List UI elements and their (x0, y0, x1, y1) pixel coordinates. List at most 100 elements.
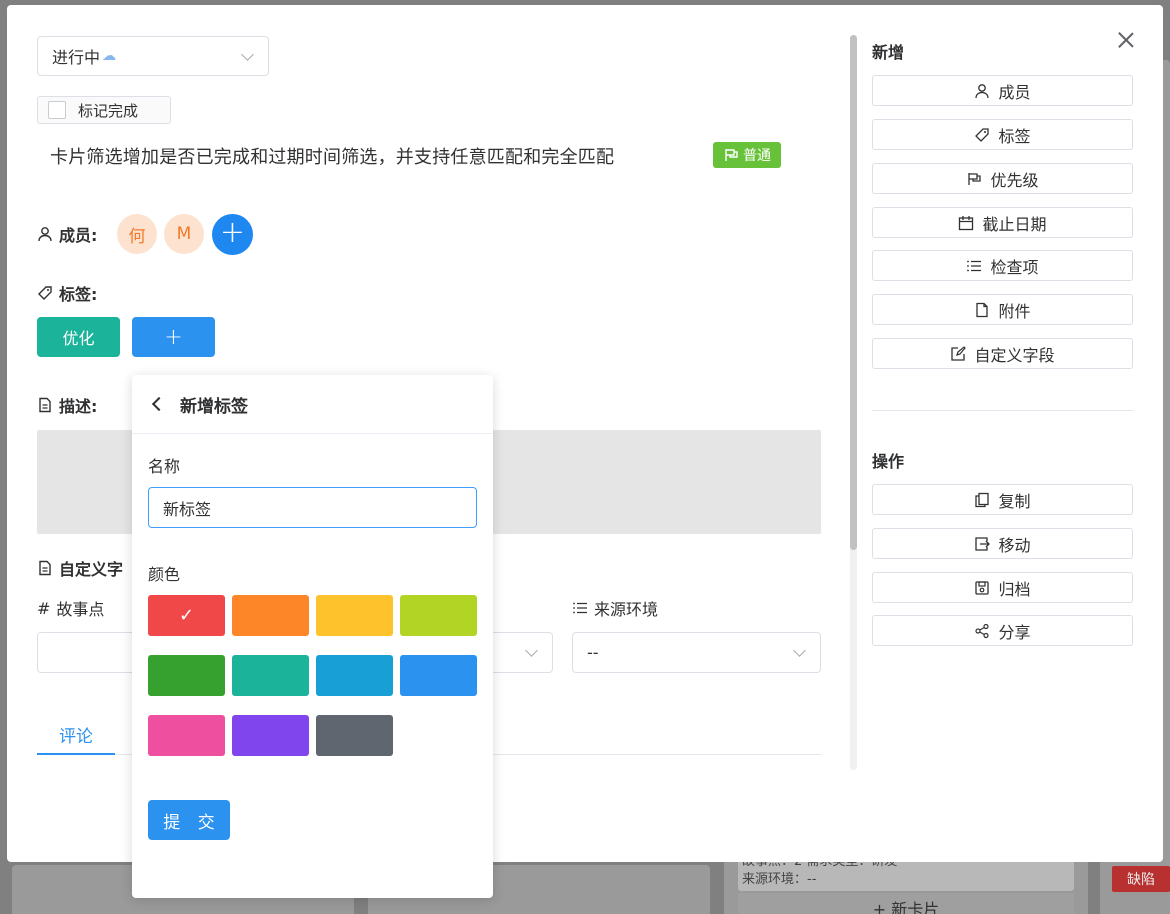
tag-name-input[interactable] (148, 487, 477, 528)
tag-icon (37, 285, 53, 301)
sidebar-divider (872, 410, 1133, 411)
source-env-select[interactable]: -- (572, 632, 821, 673)
color-swatch[interactable] (232, 595, 309, 636)
user-icon (37, 226, 53, 242)
copy-icon (974, 492, 990, 508)
card-title[interactable]: 卡片筛选增加是否已完成和过期时间筛选，并支持任意匹配和完全匹配 (50, 143, 614, 169)
color-swatch[interactable] (316, 595, 393, 636)
button-label: 移动 (998, 535, 1031, 555)
custom-fields-label: 自定义字 (59, 560, 124, 579)
add-tag-button[interactable]: + (132, 317, 215, 357)
button-label: 复制 (998, 491, 1031, 511)
color-swatch[interactable] (316, 655, 393, 696)
color-swatch[interactable] (232, 715, 309, 756)
share-icon (974, 623, 990, 639)
status-select-value: 进行中 (52, 48, 101, 67)
tag-chip[interactable]: 优化 (37, 317, 120, 357)
avatar[interactable]: M (164, 214, 204, 254)
source-env-value: -- (587, 643, 599, 662)
rain-cloud-icon: ☁ (102, 48, 117, 64)
color-swatch[interactable] (400, 655, 477, 696)
avatar[interactable]: 何 (117, 214, 157, 254)
tags-section-label: 标签: (37, 281, 97, 305)
document-icon (37, 397, 53, 413)
tag-icon (974, 127, 990, 143)
button-label: 优先级 (990, 170, 1039, 190)
archive-icon (974, 580, 990, 596)
defect-tag: 缺陷 (1112, 866, 1170, 892)
color-swatch[interactable] (148, 715, 225, 756)
checkbox-box[interactable] (48, 101, 66, 119)
chevron-down-icon (525, 644, 538, 657)
copy-button[interactable]: 复制 (872, 484, 1133, 515)
description-section-label: 描述: (37, 393, 97, 417)
description-label: 描述: (59, 397, 98, 416)
color-swatch[interactable]: ✓ (148, 595, 225, 636)
add-member-button[interactable]: + (212, 214, 253, 255)
list-icon (966, 258, 982, 274)
add-attachment-sidebar-button[interactable]: 附件 (872, 294, 1133, 325)
board-card-line: 来源环境：-- (742, 872, 817, 887)
close-icon[interactable] (1115, 29, 1137, 51)
status-select[interactable]: 进行中 ☁ (37, 36, 269, 76)
document-icon (974, 302, 990, 318)
button-label: 自定义字段 (974, 345, 1055, 365)
mark-done-label: 标记完成 (78, 101, 139, 120)
button-label: 成员 (998, 82, 1031, 102)
name-label: 名称 (148, 457, 181, 476)
priority-badge[interactable]: 普通 (713, 142, 781, 168)
button-label: 附件 (998, 301, 1031, 321)
button-label: 截止日期 (982, 214, 1047, 234)
source-env-text: 来源环境 (594, 600, 659, 619)
sidebar-add-heading: 新增 (872, 43, 905, 62)
button-label: 归档 (998, 579, 1031, 599)
scrollbar-thumb[interactable] (850, 35, 857, 550)
edit-icon (950, 345, 967, 362)
members-section-label: 成员: (37, 222, 97, 246)
priority-label: 普通 (743, 148, 771, 164)
document-icon (37, 560, 53, 576)
color-label: 颜色 (148, 565, 181, 584)
submit-button[interactable]: 提 交 (148, 800, 230, 840)
color-swatch[interactable] (316, 715, 393, 756)
button-label: 标签 (998, 126, 1031, 146)
share-button[interactable]: 分享 (872, 615, 1133, 646)
add-priority-sidebar-button[interactable]: 优先级 (872, 163, 1133, 194)
calendar-icon (958, 215, 974, 231)
check-icon: ✓ (178, 605, 195, 626)
sidebar-ops-heading: 操作 (872, 452, 905, 471)
add-tag-sidebar-button[interactable]: 标签 (872, 119, 1133, 150)
popover-header: 新增标签 (132, 375, 493, 434)
list-icon (572, 600, 588, 616)
flag-icon (966, 171, 982, 187)
new-tag-popover: 新增标签 名称 颜色 ✓ 提 交 (132, 375, 493, 898)
add-member-sidebar-button[interactable]: 成员 (872, 75, 1133, 106)
scrollbar[interactable] (850, 35, 857, 770)
tags-label: 标签: (59, 285, 98, 304)
story-points-text: 故事点 (56, 600, 105, 619)
back-chevron-icon[interactable] (151, 396, 167, 412)
button-label: 检查项 (990, 257, 1039, 277)
color-swatch[interactable] (400, 595, 477, 636)
add-due-date-sidebar-button[interactable]: 截止日期 (872, 207, 1133, 238)
popover-title: 新增标签 (180, 396, 248, 417)
members-label: 成员: (59, 226, 98, 245)
hash-icon: # (37, 598, 51, 618)
chevron-down-icon (241, 48, 254, 61)
color-swatch[interactable] (232, 655, 309, 696)
user-icon (974, 83, 990, 99)
chevron-down-icon (793, 644, 806, 657)
new-card-button[interactable]: + 新卡片 (738, 893, 1074, 914)
tab-comments[interactable]: 评论 (37, 715, 115, 755)
archive-button[interactable]: 归档 (872, 572, 1133, 603)
source-env-label: 来源环境 (572, 596, 658, 620)
color-swatch[interactable] (148, 655, 225, 696)
custom-fields-section-label: 自定义字 (37, 556, 123, 580)
move-button[interactable]: 移动 (872, 528, 1133, 559)
mark-done-checkbox[interactable]: 标记完成 (37, 96, 171, 124)
button-label: 分享 (998, 622, 1031, 642)
add-custom-field-sidebar-button[interactable]: 自定义字段 (872, 338, 1133, 369)
move-icon (974, 536, 991, 552)
add-checklist-sidebar-button[interactable]: 检查项 (872, 250, 1133, 281)
flag-icon (723, 147, 739, 163)
